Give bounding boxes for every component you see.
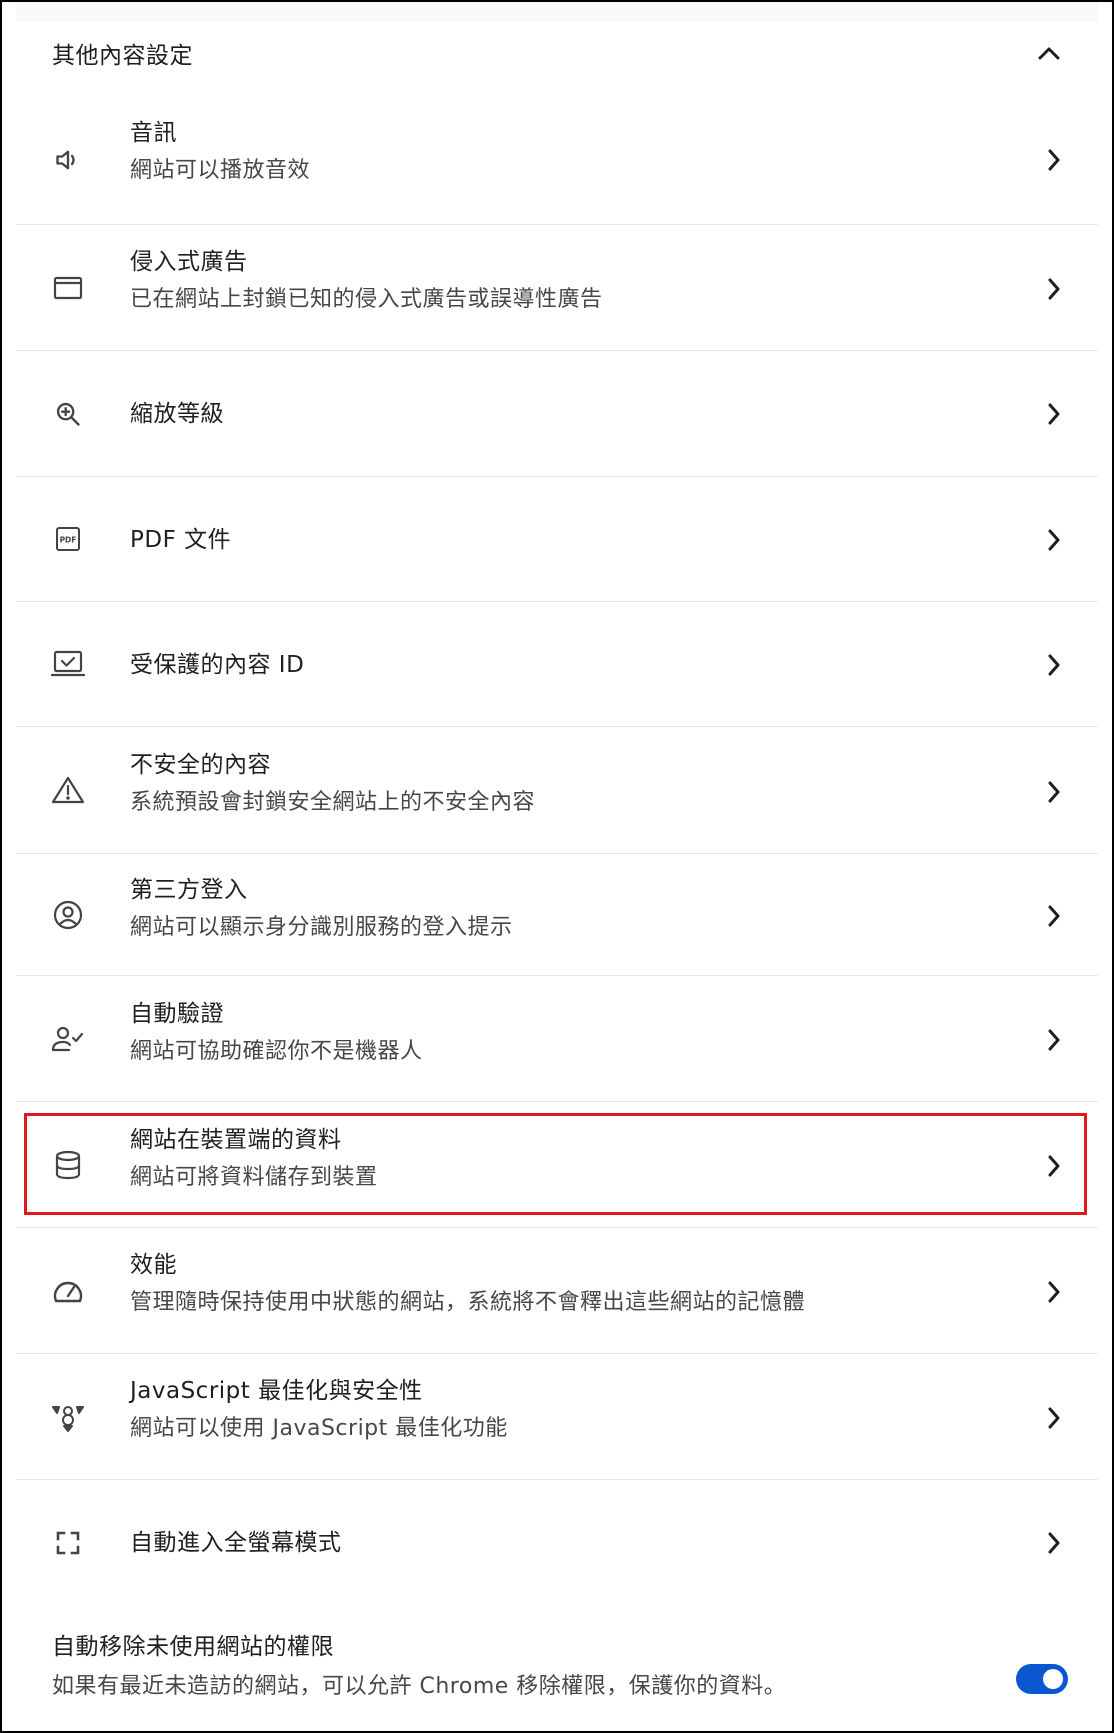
chevron-up-icon[interactable]	[1034, 38, 1064, 68]
database-icon	[50, 1147, 86, 1183]
chevron-right-icon	[1042, 277, 1066, 301]
row-subtitle: 網站可以使用 JavaScript 最佳化功能	[130, 1416, 508, 1441]
sidebar-item-v8-optimizer[interactable]: JavaScript 最佳化與安全性 網站可以使用 JavaScript 最佳化…	[16, 1353, 1098, 1479]
settings-panel: 其他內容設定 音訊 網站可以播放音效 侵入式廣告 已在網站上封鎖已知的侵入式廣告…	[0, 0, 1114, 1733]
toggle-knob	[1043, 1669, 1063, 1689]
sidebar-item-intrusive-ads[interactable]: 侵入式廣告 已在網站上封鎖已知的侵入式廣告或誤導性廣告	[16, 224, 1098, 350]
row-subtitle: 網站可將資料儲存到裝置	[130, 1165, 378, 1190]
chevron-right-icon	[1042, 904, 1066, 928]
sidebar-item-performance[interactable]: 效能 管理隨時保持使用中狀態的網站，系統將不會釋出這些網站的記憶體	[16, 1227, 1098, 1353]
row-title: JavaScript 最佳化與安全性	[130, 1378, 423, 1404]
sidebar-item-sound[interactable]: 音訊 網站可以播放音效	[16, 96, 1098, 224]
chevron-right-icon	[1042, 1406, 1066, 1430]
chevron-right-icon	[1042, 148, 1066, 172]
sidebar-item-pdf-documents[interactable]: PDF PDF 文件	[16, 476, 1098, 601]
chevron-right-icon	[1042, 1154, 1066, 1178]
zoom-in-icon	[50, 396, 86, 432]
account-circle-icon	[50, 897, 86, 933]
row-title: 網站在裝置端的資料	[130, 1127, 342, 1153]
warning-icon	[50, 772, 86, 808]
sidebar-item-third-party-sign-in[interactable]: 第三方登入 網站可以顯示身分識別服務的登入提示	[16, 853, 1098, 975]
top-strip	[16, 2, 1098, 22]
pdf-icon: PDF	[50, 521, 86, 557]
auto-revoke-subtitle: 如果有最近未造訪的網站，可以允許 Chrome 移除權限，保護你的資料。	[52, 1674, 787, 1699]
chevron-right-icon	[1042, 402, 1066, 426]
auto-revoke-toggle[interactable]	[1016, 1664, 1068, 1694]
sidebar-item-insecure-content[interactable]: 不安全的內容 系統預設會封鎖安全網站上的不安全內容	[16, 726, 1098, 853]
sidebar-item-auto-verify[interactable]: 自動驗證 網站可協助確認你不是機器人	[16, 975, 1098, 1101]
row-title: 不安全的內容	[130, 752, 271, 778]
fullscreen-icon	[50, 1525, 86, 1561]
row-title: 侵入式廣告	[130, 249, 248, 275]
row-title: 自動驗證	[130, 1001, 224, 1027]
row-subtitle: 系統預設會封鎖安全網站上的不安全內容	[130, 790, 536, 815]
section-header[interactable]: 其他內容設定	[2, 22, 1112, 84]
row-subtitle: 已在網站上封鎖已知的侵入式廣告或誤導性廣告	[130, 287, 603, 312]
row-title: 效能	[130, 1252, 177, 1278]
window-icon	[50, 270, 86, 306]
row-title: 受保護的內容 ID	[130, 652, 305, 678]
row-subtitle: 管理隨時保持使用中狀態的網站，系統將不會釋出這些網站的記憶體	[130, 1290, 806, 1315]
section-title: 其他內容設定	[52, 43, 193, 69]
chevron-right-icon	[1042, 1531, 1066, 1555]
row-subtitle: 網站可以顯示身分識別服務的登入提示	[130, 915, 513, 940]
chevron-right-icon	[1042, 528, 1066, 552]
chevron-right-icon	[1042, 653, 1066, 677]
chevron-right-icon	[1042, 1028, 1066, 1052]
sidebar-item-auto-fullscreen[interactable]: 自動進入全螢幕模式	[16, 1479, 1098, 1605]
sidebar-item-protected-content[interactable]: 受保護的內容 ID	[16, 601, 1098, 726]
row-subtitle: 網站可協助確認你不是機器人	[130, 1039, 423, 1064]
v8-icon	[50, 1399, 86, 1435]
svg-text:PDF: PDF	[60, 536, 77, 545]
auto-revoke-setting: 自動移除未使用網站的權限 如果有最近未造訪的網站，可以允許 Chrome 移除權…	[2, 1622, 1112, 1731]
sidebar-item-zoom-levels[interactable]: 縮放等級	[16, 350, 1098, 476]
row-title: PDF 文件	[130, 527, 232, 553]
volume-icon	[50, 142, 86, 178]
laptop-check-icon	[50, 646, 86, 682]
chevron-right-icon	[1042, 1280, 1066, 1304]
person-check-icon	[50, 1021, 86, 1057]
chevron-right-icon	[1042, 780, 1066, 804]
row-subtitle: 網站可以播放音效	[130, 158, 311, 183]
row-title: 自動進入全螢幕模式	[130, 1530, 342, 1556]
speedometer-icon	[50, 1273, 86, 1309]
row-title: 第三方登入	[130, 877, 248, 903]
auto-revoke-title: 自動移除未使用網站的權限	[52, 1634, 334, 1660]
row-title: 縮放等級	[130, 401, 224, 427]
sidebar-item-on-device-site-data[interactable]: 網站在裝置端的資料 網站可將資料儲存到裝置	[16, 1101, 1098, 1227]
row-title: 音訊	[130, 120, 177, 146]
